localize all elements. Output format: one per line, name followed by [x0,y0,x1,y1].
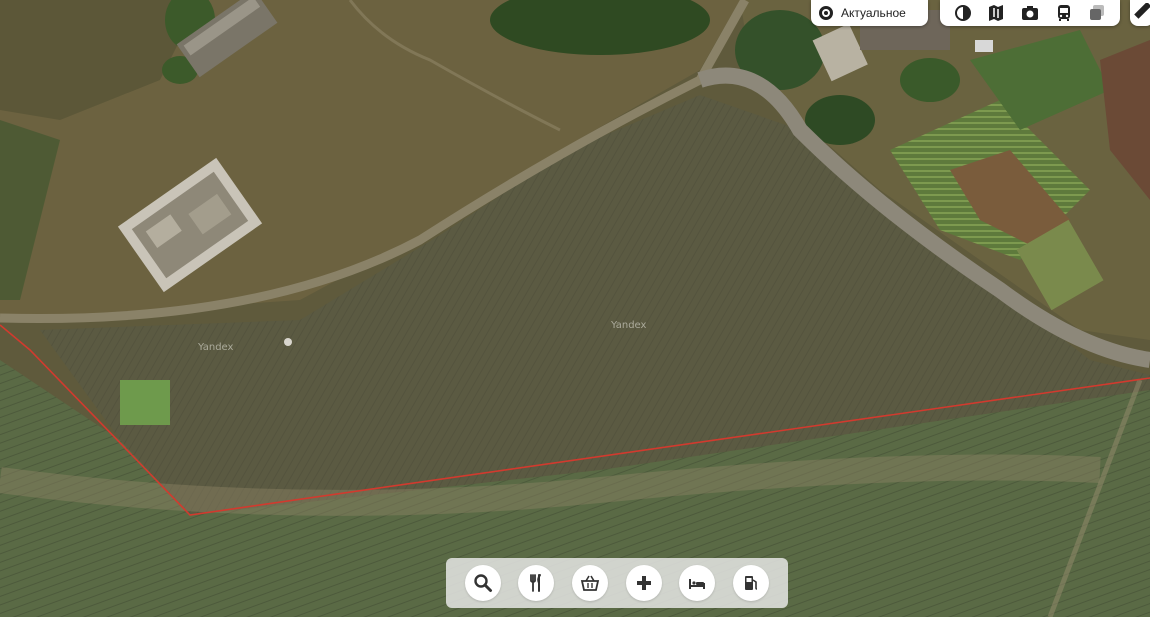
bus-icon[interactable] [1051,0,1077,26]
layer-selector[interactable]: Актуальное [811,0,928,26]
layer-selector-label: Актуальное [841,6,906,20]
map-watermark: Yandex [611,320,647,331]
hotels-button[interactable] [679,565,716,601]
fuel-station-icon [745,576,758,590]
search-button[interactable] [464,565,501,601]
map-watermark: Yandex [198,342,234,353]
gas-stations-button[interactable] [733,565,770,601]
panorama-icon[interactable] [950,0,976,26]
ruler-icon [1134,1,1150,24]
search-icon [474,574,492,592]
ruler-tool[interactable] [1130,0,1150,26]
map-book-icon[interactable] [983,0,1009,26]
layers-icon[interactable] [1084,0,1110,26]
hotel-bed-icon [689,579,706,589]
restaurants-button[interactable] [518,565,555,601]
pharmacies-button[interactable] [625,565,662,601]
shops-button[interactable] [572,565,609,601]
map-toolbar [940,0,1120,26]
target-icon [819,6,833,20]
shopping-basket-icon [581,575,600,591]
camera-icon[interactable] [1017,0,1043,26]
restaurant-icon [530,574,542,592]
poi-category-bar [446,558,788,608]
satellite-map[interactable] [0,0,1150,617]
medical-plus-icon [636,576,651,590]
